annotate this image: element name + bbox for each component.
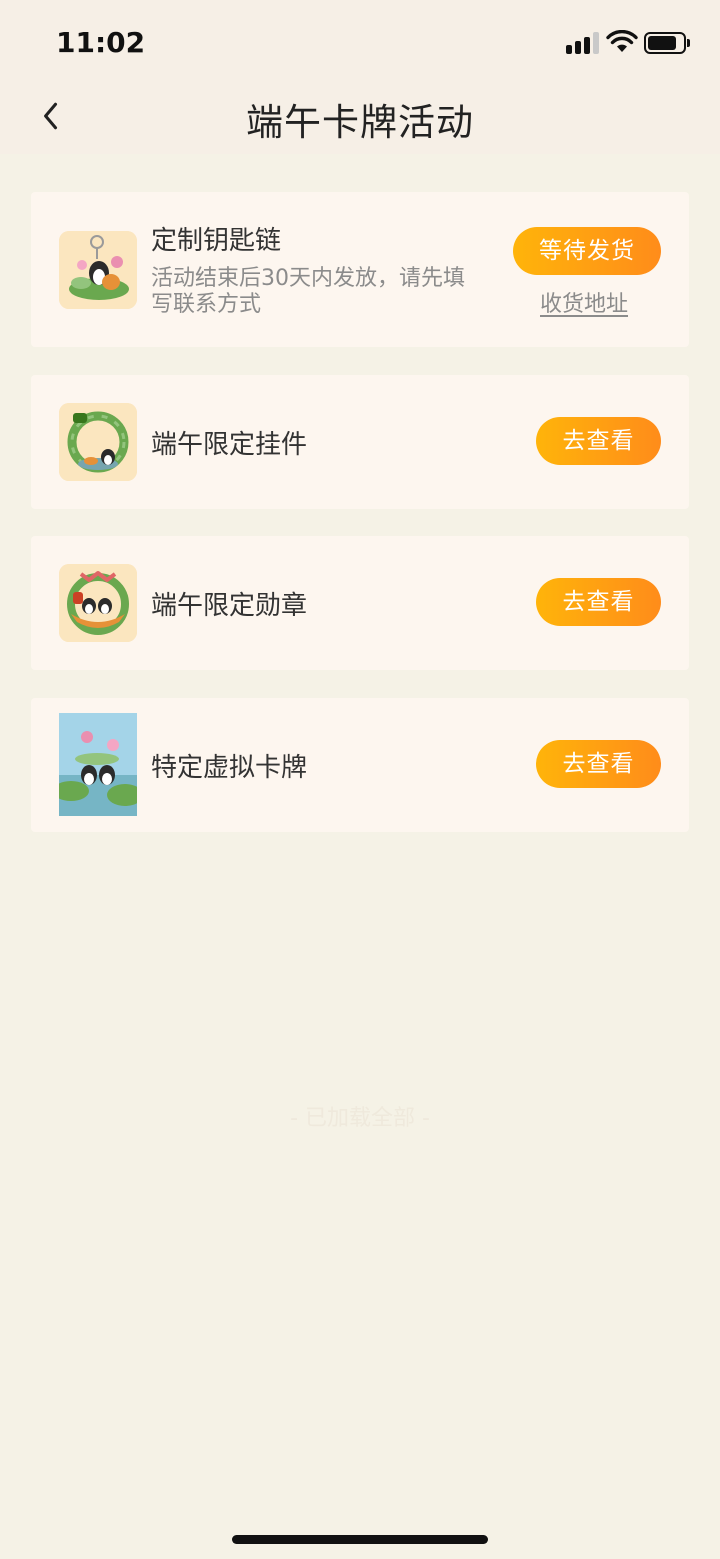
item-description: 活动结束后30天内发放，请先填写联系方式	[151, 266, 465, 317]
item-title: 端午限定挂件	[151, 430, 308, 460]
item-title: 定制钥匙链	[151, 226, 282, 256]
status-time: 11:02	[56, 26, 146, 59]
all-loaded-note: - 已加载全部 -	[290, 1106, 430, 1131]
reward-card-pendant: 端午限定挂件 去查看	[31, 375, 689, 509]
cellular-signal-icon	[566, 32, 602, 54]
home-indicator[interactable]	[232, 1535, 488, 1544]
reward-card-keychain: 定制钥匙链 活动结束后30天内发放，请先填写联系方式 等待发货 收货地址	[31, 192, 689, 347]
view-button[interactable]: 去查看	[536, 740, 661, 788]
dragon-boat-medal-icon	[59, 564, 137, 642]
awaiting-shipment-button[interactable]: 等待发货	[513, 227, 661, 275]
shipping-address-link[interactable]: 收货地址	[540, 286, 628, 318]
view-button[interactable]: 去查看	[536, 417, 661, 465]
wifi-icon	[606, 29, 638, 54]
item-title: 端午限定勋章	[151, 591, 308, 621]
page-title: 端午卡牌活动	[246, 101, 474, 144]
wreath-pendant-icon	[59, 403, 137, 481]
view-button[interactable]: 去查看	[536, 578, 661, 626]
virtual-card-icon	[59, 713, 137, 816]
status-bar: 11:02	[0, 0, 720, 80]
item-title: 特定虚拟卡牌	[151, 753, 308, 783]
reward-card-medal: 端午限定勋章 去查看	[31, 536, 689, 670]
battery-icon	[644, 32, 690, 54]
reward-card-virtual-card: 特定虚拟卡牌 去查看	[31, 698, 689, 832]
nav-bar: 端午卡牌活动	[0, 80, 720, 154]
keychain-icon	[59, 231, 137, 309]
